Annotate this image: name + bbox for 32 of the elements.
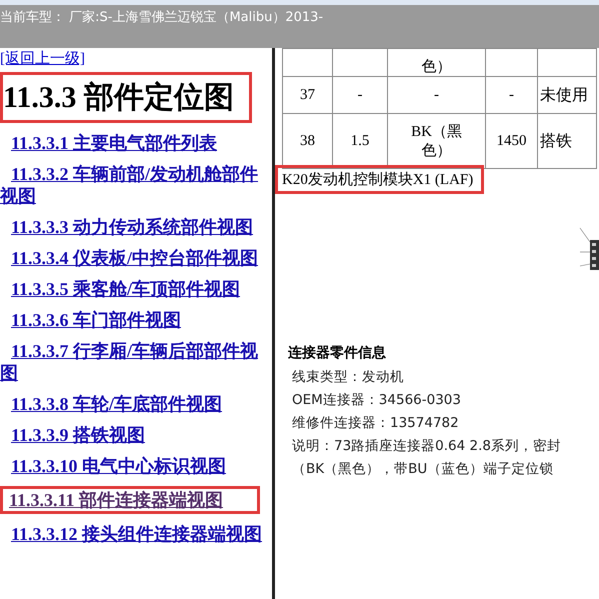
table-cell: -: [486, 76, 538, 114]
toc-link[interactable]: 11.3.3.5 乘客舱/车顶部件视图: [0, 278, 272, 300]
toc-link[interactable]: 11.3.3.8 车轮/车底部件视图: [0, 393, 272, 415]
info-title: 连接器零件信息: [288, 344, 387, 362]
info-line: 说明：73路插座连接器0.64 2.8系列，密封: [291, 437, 562, 456]
table-cell: 搭铁: [538, 114, 596, 168]
toc-link[interactable]: 11.3.3.10 电气中心标识视图: [0, 455, 272, 477]
table-cell: 1.5: [332, 114, 388, 168]
info-line: （BK（黑色），带BU（蓝色）端子定位锁: [291, 460, 554, 479]
toc-link[interactable]: 11.3.3.6 车门部件视图: [0, 309, 272, 331]
toc-link[interactable]: 11.3.3.3 动力传动系统部件视图: [0, 216, 272, 238]
table-cell: 1450: [486, 114, 538, 168]
info-line: OEM连接器：34566-0303: [291, 391, 462, 410]
toc-link[interactable]: 11.3.3.7 行李厢/车辆后部部件视图: [0, 340, 272, 384]
toc-link[interactable]: 11.3.3.1 主要电气部件列表: [0, 132, 272, 154]
vehicle-title: 当前车型： 厂家:S-上海雪佛兰迈锐宝（Malibu）2013-: [0, 10, 324, 25]
section-heading: 11.3.3 部件定位图: [0, 72, 252, 123]
table-cell: BK（黑色）: [388, 114, 486, 168]
table-cell: -: [388, 76, 486, 114]
table-cell: 38: [282, 114, 332, 168]
info-line: 维修件连接器：13574782: [291, 414, 460, 433]
table-cell: 色）: [388, 48, 486, 76]
toc-link[interactable]: 11.3.3.4 仪表板/中控台部件视图: [0, 247, 272, 269]
table-cell: 37: [282, 76, 332, 114]
toc-link[interactable]: 11.3.3.9 搭铁视图: [0, 424, 272, 446]
info-line: 线束类型：发动机: [291, 368, 405, 387]
table-cell: 未使用: [538, 76, 596, 114]
diagram-caption: K20发动机控制模块X1 (LAF): [275, 165, 484, 194]
toc-link[interactable]: 11.3.3.11 部件连接器端视图: [0, 486, 260, 514]
back-link[interactable]: [返回上一级]: [0, 49, 85, 68]
table-cell: -: [332, 76, 388, 114]
toc-link[interactable]: 11.3.3.12 接头组件连接器端视图: [0, 523, 272, 545]
